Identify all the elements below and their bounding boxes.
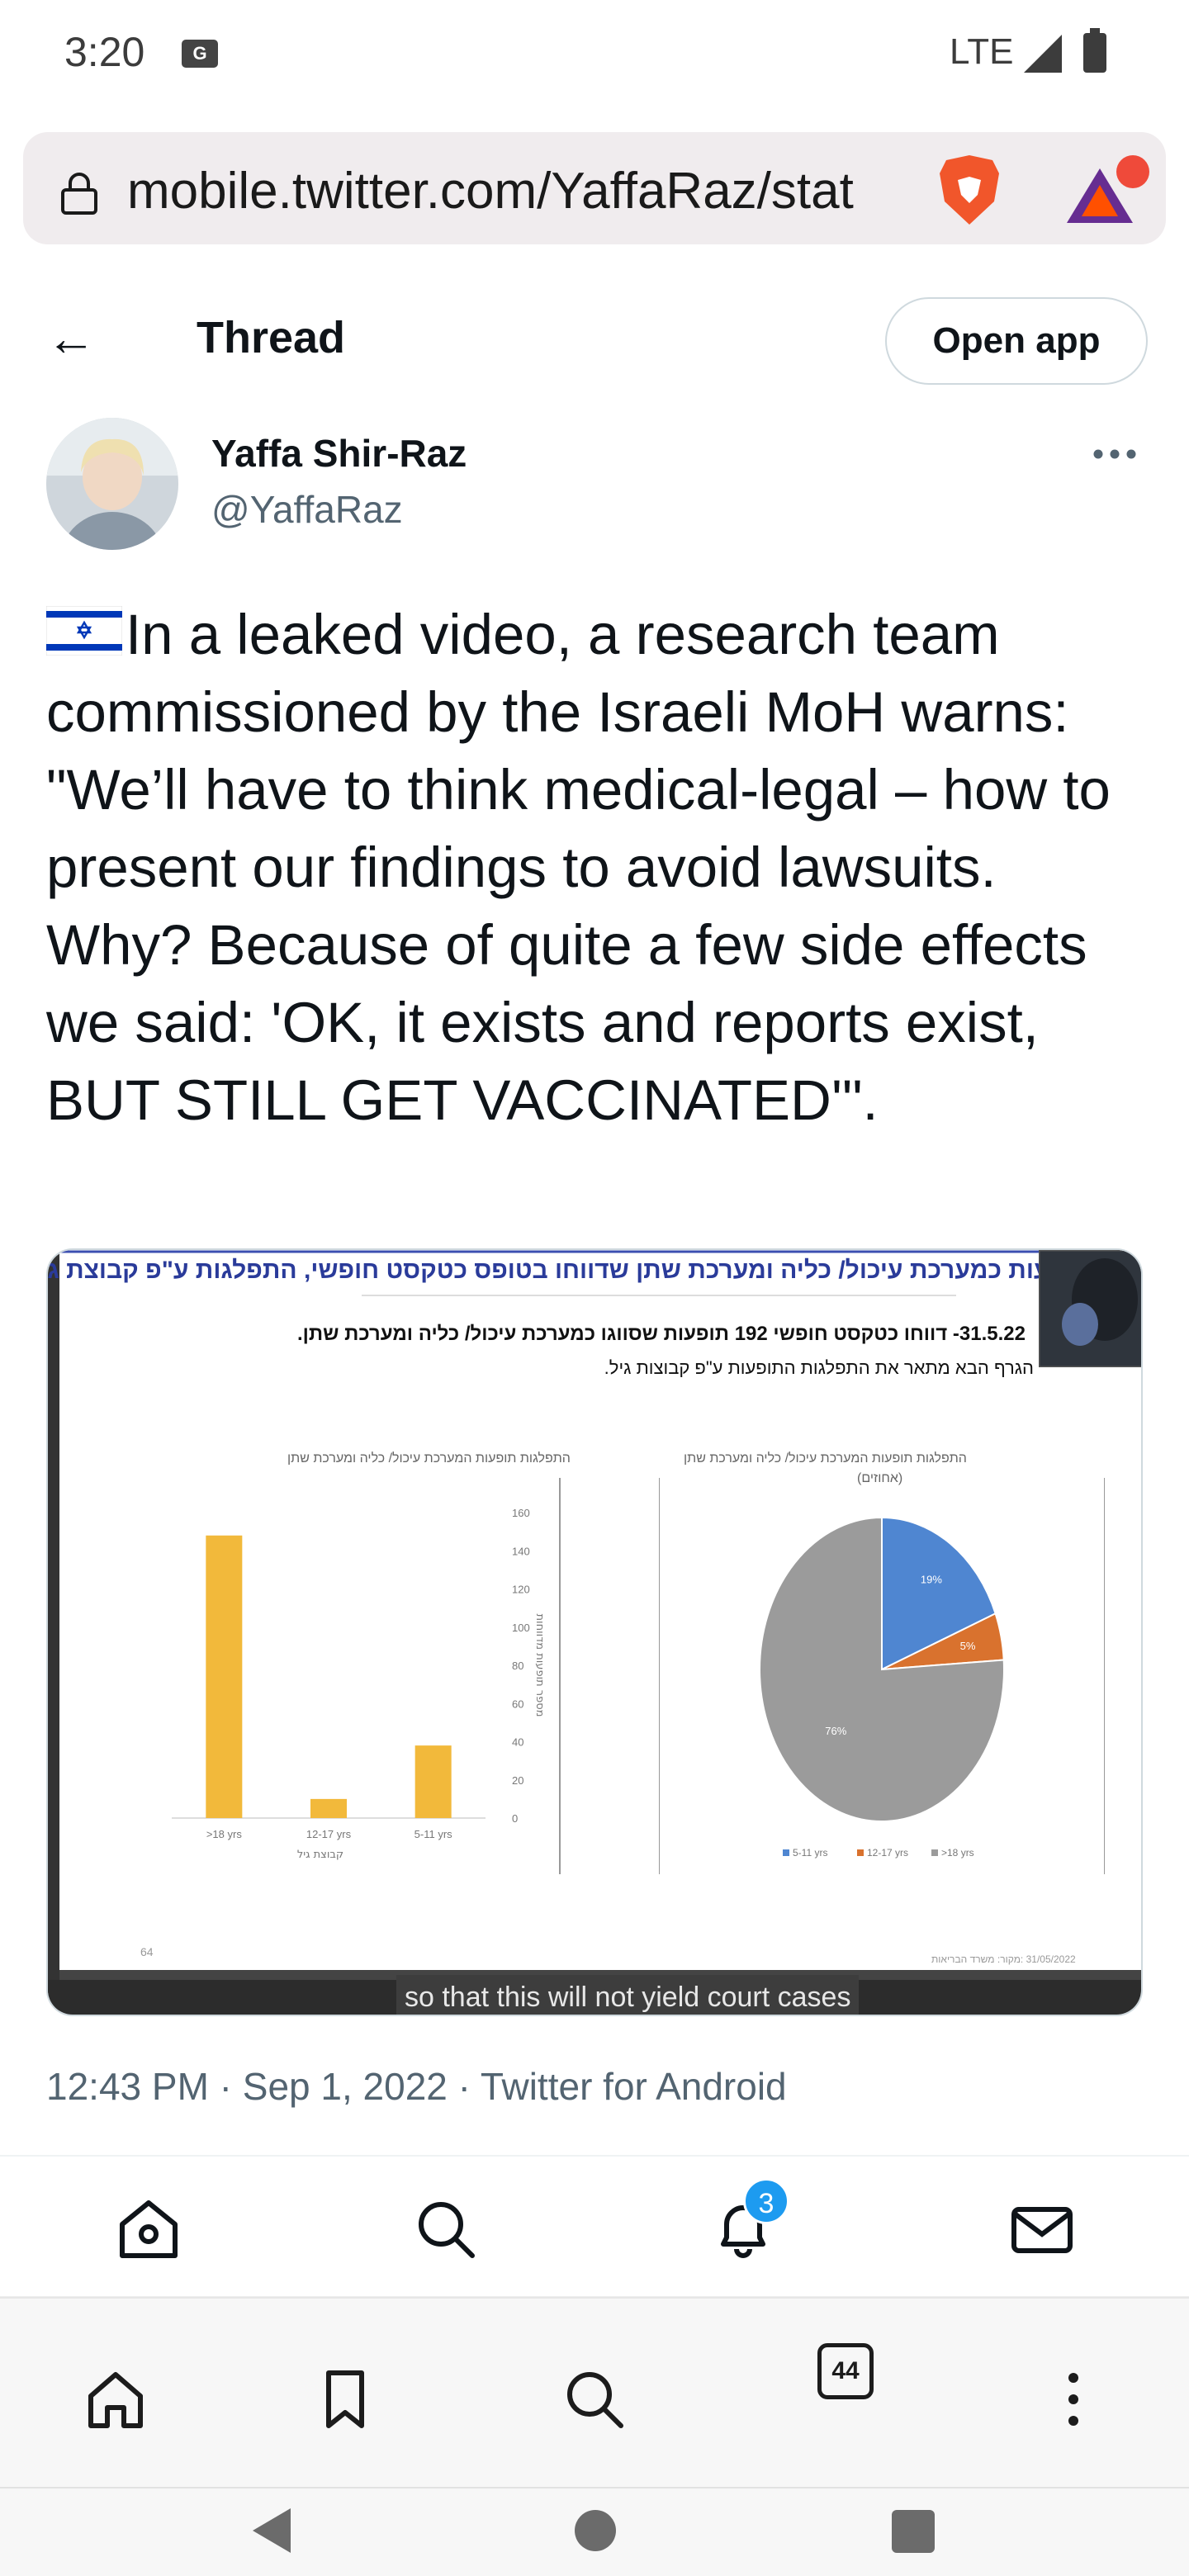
- legend-swatch: [783, 1849, 789, 1856]
- y-tick-label: 160: [512, 1507, 530, 1519]
- bar: [206, 1535, 243, 1818]
- network-type: LTE: [950, 31, 1014, 72]
- slide-description: הגרף הבא מתאר את התפלגות התופעות ע"פ קבו…: [604, 1357, 1034, 1378]
- presenter-webcam: [1037, 1250, 1141, 1369]
- legend-swatch: [857, 1849, 864, 1856]
- url-text[interactable]: mobile.twitter.com/YaffaRaz/stat: [127, 162, 932, 220]
- israel-flag-icon: [46, 606, 122, 656]
- x-tick-label: 12-17 yrs: [306, 1828, 352, 1840]
- bar: [414, 1745, 452, 1818]
- author-handle[interactable]: @YaffaRaz: [211, 487, 403, 532]
- android-recents-icon[interactable]: [892, 2510, 935, 2553]
- open-app-button[interactable]: Open app: [885, 297, 1148, 385]
- legend-label: >18 yrs: [941, 1847, 974, 1859]
- video-caption: so that this will not yield court cases: [396, 1975, 860, 2015]
- page-title: Thread: [197, 313, 346, 362]
- more-options-icon[interactable]: [1090, 438, 1139, 471]
- y-tick-label: 40: [512, 1736, 523, 1749]
- status-time: 3:20: [64, 29, 145, 75]
- slide-heading: פעות כמערכת עיכול/ כליה ומערכת שתן שדווח…: [46, 1257, 1065, 1284]
- avatar[interactable]: [46, 418, 178, 550]
- android-nav-bar: [0, 2487, 1189, 2576]
- slide-page-number: 64: [140, 1945, 154, 1958]
- news-notification-icon: G: [182, 40, 218, 68]
- pie-data-label: 19%: [921, 1573, 942, 1585]
- slide-subheading: 31.5.22- דווחו כטקסט חופשי 192 תופעות שס…: [297, 1323, 1026, 1345]
- android-back-icon[interactable]: [253, 2508, 291, 2553]
- browser-home-icon[interactable]: [83, 2366, 149, 2432]
- y-tick-label: 0: [512, 1812, 518, 1825]
- signal-icon: [1024, 35, 1062, 73]
- tweet-media[interactable]: פעות כמערכת עיכול/ כליה ומערכת שתן שדווח…: [46, 1248, 1143, 2016]
- tab-switcher-button[interactable]: 44: [817, 2343, 874, 2399]
- notification-badge[interactable]: 3: [743, 2178, 789, 2224]
- bar-chart: 0 20 40 60 80 100 120 140 160 >18 yrs 12-17 yrs 5-1…: [172, 1478, 561, 1874]
- back-arrow-icon[interactable]: ←: [46, 314, 96, 363]
- tweet-timestamp: 12:43 PM · Sep 1, 2022 · Twitter for And…: [46, 2065, 787, 2108]
- pie-data-label: 5%: [960, 1640, 976, 1652]
- pie-data-label: 76%: [825, 1725, 846, 1737]
- y-tick-label: 140: [512, 1545, 530, 1557]
- legend-swatch: [931, 1849, 938, 1856]
- y-tick-label: 80: [512, 1660, 523, 1672]
- pie-chart-panel: התפלגות תופעות המערכת עיכול/ כליה ומערכת…: [659, 1445, 1105, 1874]
- browser-toolbar: [0, 2297, 1189, 2487]
- android-home-icon[interactable]: [575, 2510, 616, 2551]
- menu-dots-icon[interactable]: [1040, 2366, 1106, 2432]
- x-tick-label: 5-11 yrs: [414, 1828, 452, 1840]
- brave-shields-icon[interactable]: [933, 152, 1006, 228]
- x-tick-label: >18 yrs: [206, 1828, 242, 1840]
- bar: [310, 1798, 347, 1818]
- lock-icon: [61, 173, 97, 215]
- y-tick-label: 20: [512, 1774, 523, 1787]
- bookmark-icon[interactable]: [312, 2366, 378, 2432]
- legend-label: 12-17 yrs: [867, 1847, 908, 1859]
- browser-search-icon[interactable]: [561, 2366, 628, 2432]
- y-tick-label: 100: [512, 1622, 530, 1634]
- pie-chart: 19% 5% 76% 5-11 yrs 12-17 yrs >18 yrs: [659, 1478, 1105, 1874]
- x-axis-title: קבוצת גיל: [297, 1849, 343, 1861]
- status-bar: 3:20 G LTE: [0, 0, 1189, 107]
- brave-rewards-icon[interactable]: [1063, 154, 1154, 230]
- legend-label: 5-11 yrs: [793, 1847, 827, 1859]
- tweet-body: In a leaked video, a research team commi…: [46, 603, 1111, 1132]
- battery-icon: [1083, 28, 1106, 73]
- author-name[interactable]: Yaffa Shir-Raz: [211, 431, 467, 476]
- y-axis-title: מספר תופעות מדווחות: [533, 1613, 546, 1717]
- bar-chart-panel: התפלגות תופעות המערכת עיכול/ כליה ומערכת…: [155, 1445, 618, 1874]
- messages-mail-icon[interactable]: [1009, 2196, 1075, 2262]
- twitter-bottom-nav: [0, 2157, 1189, 2297]
- y-tick-label: 60: [512, 1698, 523, 1710]
- explore-search-icon[interactable]: [413, 2196, 479, 2262]
- avatar-image: [46, 418, 178, 550]
- home-icon[interactable]: [116, 2196, 182, 2262]
- tweet-text: In a leaked video, a research team commi…: [46, 596, 1153, 1139]
- url-bar[interactable]: mobile.twitter.com/YaffaRaz/stat: [23, 132, 1166, 244]
- y-tick-label: 120: [512, 1584, 530, 1596]
- slide-footer: 31/05/2022 :מקור: משרד הבריאות: [931, 1953, 1076, 1965]
